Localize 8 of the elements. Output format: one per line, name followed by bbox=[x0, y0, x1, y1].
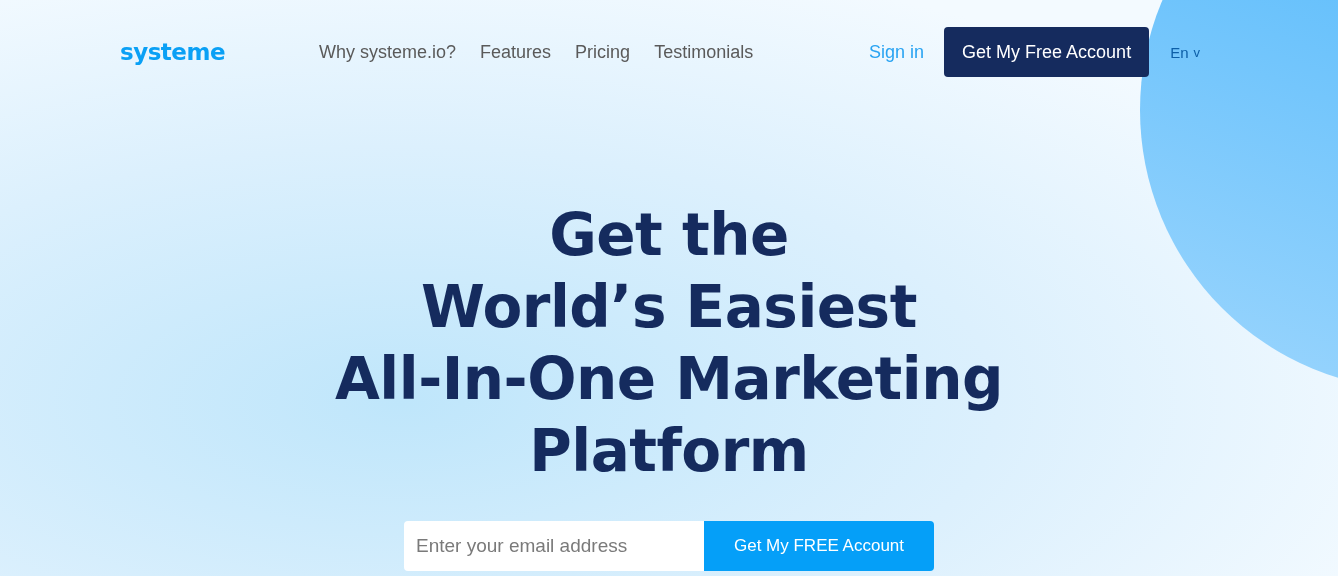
nav-link[interactable]: Features bbox=[480, 41, 552, 63]
nav-link[interactable]: Why systeme.io? bbox=[319, 41, 457, 63]
nav-link[interactable]: Testimonials bbox=[654, 41, 754, 63]
signup-button[interactable]: Get My Free Account bbox=[944, 27, 1150, 77]
language-selector[interactable]: En v bbox=[1170, 43, 1200, 61]
headline: Get the World’s Easiest All-In-One Marketing Platform bbox=[334, 200, 1004, 487]
nav-link[interactable]: Pricing bbox=[575, 41, 631, 63]
email-field[interactable]: Enter your email address bbox=[404, 521, 704, 571]
